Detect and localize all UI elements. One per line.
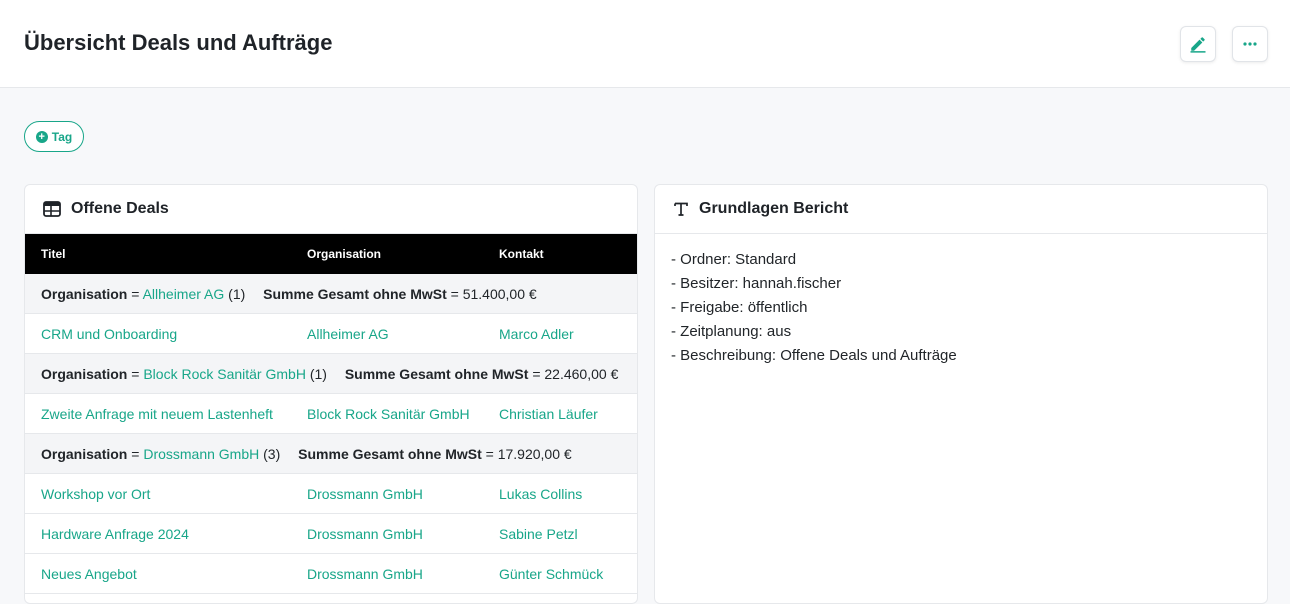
report-line-ordner: - Ordner: Standard <box>671 251 797 268</box>
contact-link[interactable]: Marco Adler <box>499 326 574 342</box>
contact-link[interactable]: Sabine Petzl <box>499 526 578 542</box>
group-op: = <box>131 445 140 462</box>
group-count: (1) <box>309 365 327 382</box>
group-label: Organisation <box>41 365 128 382</box>
more-options-button[interactable] <box>1232 26 1268 62</box>
contact-link[interactable]: Christian Läufer <box>499 406 598 422</box>
group-sum-label: Summe Gesamt ohne MwSt <box>344 365 529 382</box>
plus-circle-icon: + <box>35 130 48 143</box>
group-label: Organisation <box>41 445 128 462</box>
table-row[interactable]: Hardware Anfrage 2024 Drossmann GmbH Sab… <box>25 514 637 554</box>
table-row[interactable]: Neues Angebot Drossmann GmbH Günter Schm… <box>25 554 637 594</box>
add-tag-label: Tag <box>51 129 73 144</box>
column-header-kontakt[interactable]: Kontakt <box>499 247 544 261</box>
deal-title-link[interactable]: Zweite Anfrage mit neuem Lastenheft <box>41 406 273 422</box>
edit-button[interactable] <box>1180 26 1216 62</box>
report-line-beschreibung: - Beschreibung: Offene Deals und Aufträg… <box>671 347 957 364</box>
deal-title-link[interactable]: CRM und Onboarding <box>41 326 177 342</box>
group-count: (1) <box>228 285 246 302</box>
group-sum-label: Summe Gesamt ohne MwSt <box>298 445 482 462</box>
organisation-link[interactable]: Allheimer AG <box>307 326 389 342</box>
deals-card: Offene Deals Titel Organisation Kontakt … <box>24 184 638 604</box>
page-header: Übersicht Deals und Aufträge <box>0 0 1290 88</box>
table-row[interactable]: Zweite Anfrage mit neuem Lastenheft Bloc… <box>25 394 637 434</box>
report-card: Grundlagen Bericht - Ordner: Standard - … <box>654 184 1268 604</box>
column-header-titel[interactable]: Titel <box>41 247 65 261</box>
report-description: - Ordner: Standard - Besitzer: hannah.fi… <box>655 234 1267 382</box>
deals-card-header: Offene Deals <box>25 185 637 234</box>
group-sum-value: = 22.460,00 € <box>532 365 619 382</box>
organisation-link[interactable]: Block Rock Sanitär GmbH <box>307 406 470 422</box>
contact-link[interactable]: Lukas Collins <box>499 486 582 502</box>
table-row[interactable]: Workshop vor Ort Drossmann GmbH Lukas Co… <box>25 474 637 514</box>
organisation-link[interactable]: Drossmann GmbH <box>307 566 423 582</box>
group-op: = <box>131 365 140 382</box>
text-icon <box>674 202 688 216</box>
contact-link[interactable]: Günter Schmück <box>499 566 603 582</box>
column-header-organisation[interactable]: Organisation <box>307 247 381 261</box>
group-row-block-rock: Organisation = Block Rock Sanitär GmbH (… <box>25 354 637 394</box>
report-card-title: Grundlagen Bericht <box>699 200 849 217</box>
add-tag-button[interactable]: + Tag <box>24 121 84 152</box>
group-value-link[interactable]: Drossmann GmbH <box>143 446 259 462</box>
deals-table-header: Titel Organisation Kontakt <box>25 234 637 274</box>
group-sum-value: = 17.920,00 € <box>485 445 572 462</box>
page-title: Übersicht Deals und Aufträge <box>24 30 333 55</box>
group-value-link[interactable]: Allheimer AG <box>143 286 225 302</box>
report-line-besitzer: - Besitzer: hannah.fischer <box>671 275 842 292</box>
deal-title-link[interactable]: Workshop vor Ort <box>41 486 150 502</box>
more-dots-icon <box>1243 42 1257 46</box>
deal-title-link[interactable]: Neues Angebot <box>41 566 137 582</box>
group-row-allheimer: Organisation = Allheimer AG (1) Summe Ge… <box>25 274 637 314</box>
pencil-icon <box>1190 37 1206 53</box>
group-value-link[interactable]: Block Rock Sanitär GmbH <box>143 366 306 382</box>
report-line-freigabe: - Freigabe: öffentlich <box>671 299 808 316</box>
report-line-zeitplanung: - Zeitplanung: aus <box>671 323 792 340</box>
group-row-drossmann: Organisation = Drossmann GmbH (3) Summe … <box>25 434 637 474</box>
group-count: (3) <box>263 445 281 462</box>
organisation-link[interactable]: Drossmann GmbH <box>307 486 423 502</box>
group-label: Organisation <box>41 285 128 302</box>
table-row[interactable]: CRM und Onboarding Allheimer AG Marco Ad… <box>25 314 637 354</box>
group-op: = <box>131 285 140 302</box>
table-icon <box>43 201 61 217</box>
group-sum-label: Summe Gesamt ohne MwSt <box>263 285 447 302</box>
deals-card-title: Offene Deals <box>71 200 169 217</box>
group-sum-value: = 51.400,00 € <box>450 285 537 302</box>
organisation-link[interactable]: Drossmann GmbH <box>307 526 423 542</box>
report-card-header: Grundlagen Bericht <box>655 185 1267 234</box>
deal-title-link[interactable]: Hardware Anfrage 2024 <box>41 526 189 542</box>
